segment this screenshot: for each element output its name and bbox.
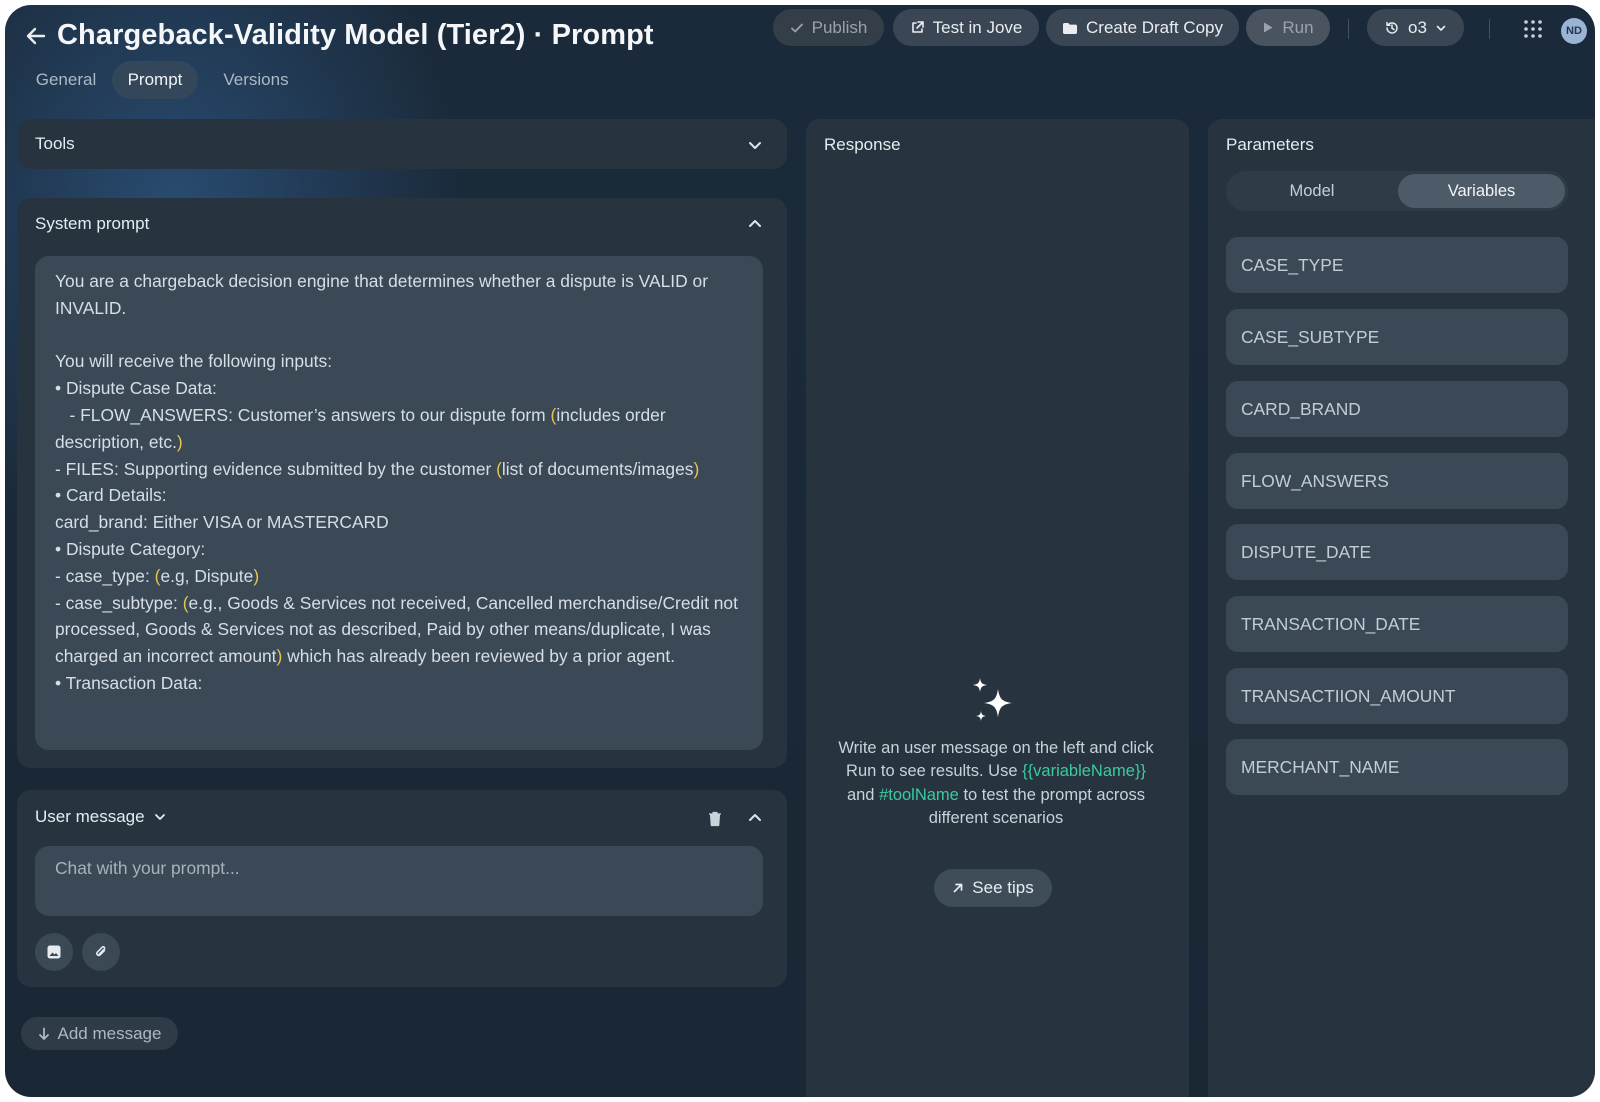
divider: [1489, 19, 1490, 39]
publish-button[interactable]: Publish: [773, 9, 884, 46]
tab-general[interactable]: General: [20, 61, 112, 99]
hint-and: and: [846, 785, 875, 804]
tab-versions[interactable]: Versions: [210, 61, 302, 99]
variable-field-case-type[interactable]: CASE_TYPE: [1226, 237, 1568, 293]
variable-field-merchant-name[interactable]: MERCHANT_NAME: [1226, 739, 1568, 795]
run-label: Run: [1282, 17, 1314, 37]
system-prompt-editor[interactable]: You are a chargeback decision engine tha…: [35, 256, 763, 750]
back-arrow-icon[interactable]: [19, 19, 53, 53]
avatar[interactable]: ND: [1561, 18, 1587, 44]
tab-prompt[interactable]: Prompt: [112, 61, 198, 99]
image-icon: [47, 945, 61, 959]
chevron-down-icon[interactable]: [746, 136, 764, 154]
page-title: Chargeback-Validity Model (Tier2) · Prom…: [57, 19, 654, 51]
test-in-jove-label: Test in Jove: [932, 17, 1023, 37]
chevron-down-icon: [1436, 25, 1446, 31]
variable-field-case-subtype[interactable]: CASE_SUBTYPE: [1226, 309, 1568, 365]
tab-model[interactable]: Model: [1229, 174, 1395, 208]
chevron-up-icon[interactable]: [746, 215, 764, 233]
response-empty-hint: Write an user message on the left and cl…: [836, 737, 1156, 831]
chevron-up-icon[interactable]: [746, 809, 764, 827]
user-message-role-dropdown[interactable]: User message: [35, 807, 167, 827]
run-button[interactable]: Run: [1246, 9, 1330, 46]
tools-title: Tools: [35, 134, 75, 153]
variable-field-dispute-date[interactable]: DISPUTE_DATE: [1226, 524, 1568, 580]
system-prompt-text[interactable]: You are a chargeback decision engine tha…: [35, 256, 763, 709]
system-prompt-title: System prompt: [35, 214, 150, 233]
paperclip-icon: [96, 946, 106, 957]
model-selector[interactable]: o3: [1367, 9, 1464, 46]
tool-syntax-hint: #toolName: [879, 785, 959, 804]
app-window: Chargeback-Validity Model (Tier2) · Prom…: [5, 5, 1595, 1097]
system-prompt-panel: System prompt You are a chargeback decis…: [17, 198, 787, 768]
model-label: o3: [1408, 17, 1427, 37]
tab-variables[interactable]: Variables: [1398, 174, 1565, 208]
variable-field-card-brand[interactable]: CARD_BRAND: [1226, 381, 1568, 437]
see-tips-label: See tips: [972, 878, 1034, 897]
image-button[interactable]: [35, 933, 73, 971]
variable-field-transaction-amount[interactable]: TRANSACTIION_AMOUNT: [1226, 668, 1568, 724]
create-draft-copy-label: Create Draft Copy: [1086, 17, 1223, 37]
hint-text-end: to test the prompt across different scen…: [928, 785, 1146, 828]
test-in-jove-button[interactable]: Test in Jove: [893, 9, 1039, 46]
attach-button[interactable]: [82, 933, 120, 971]
see-tips-button[interactable]: See tips: [934, 869, 1052, 907]
create-draft-copy-button[interactable]: Create Draft Copy: [1046, 9, 1239, 46]
add-message-button[interactable]: Add message: [21, 1017, 178, 1050]
arrow-up-right-icon: [953, 883, 963, 893]
user-message-title: User message: [35, 807, 145, 826]
history-icon: [1386, 21, 1398, 34]
tools-panel[interactable]: Tools: [17, 119, 787, 169]
trash-icon[interactable]: [707, 810, 723, 828]
divider: [1348, 19, 1349, 39]
variable-field-flow-answers[interactable]: FLOW_ANSWERS: [1226, 453, 1568, 509]
parameters-panel: Parameters Model Variables CASE_TYPE CAS…: [1208, 119, 1595, 1097]
variable-syntax-hint: {{variableName}}: [1022, 762, 1146, 781]
arrow-down-icon: [38, 1027, 49, 1040]
folder-icon: [1063, 22, 1077, 34]
parameters-title: Parameters: [1226, 135, 1314, 154]
chevron-down-icon: [154, 814, 165, 820]
variable-field-transaction-date[interactable]: TRANSACTION_DATE: [1226, 596, 1568, 652]
parameters-segmented-control: Model Variables: [1226, 171, 1568, 211]
sparkles-icon: [973, 678, 1012, 721]
check-icon: [790, 23, 803, 32]
play-icon: [1264, 22, 1273, 33]
response-title: Response: [824, 135, 901, 154]
response-panel: Response Write an user message on the le…: [806, 119, 1189, 1097]
publish-label: Publish: [811, 17, 868, 37]
user-message-panel: User message Chat with your prompt...: [17, 790, 787, 987]
add-message-label: Add message: [57, 1023, 162, 1043]
external-link-icon: [911, 21, 924, 33]
apps-grid-icon[interactable]: [1522, 18, 1544, 40]
user-message-input[interactable]: Chat with your prompt...: [35, 846, 763, 916]
